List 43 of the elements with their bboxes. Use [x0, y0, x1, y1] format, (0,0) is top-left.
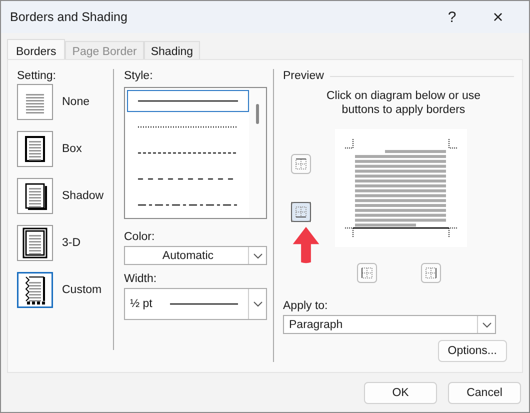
close-button[interactable]: ×: [475, 1, 521, 33]
tab[interactable]: Shading: [144, 41, 200, 59]
width-label: Width:: [124, 272, 158, 286]
apply-to-dropdown[interactable]: Paragraph: [283, 315, 496, 334]
width-dropdown[interactable]: ½ pt: [124, 288, 267, 320]
window-title: Borders and Shading: [9, 10, 128, 24]
apply-to-label: Apply to:: [283, 299, 329, 313]
setting-label: 3-D: [62, 237, 81, 249]
setting-label: Box: [62, 143, 82, 155]
arrow-drawing: [292, 225, 320, 265]
color-dropdown[interactable]: Automatic: [124, 246, 267, 265]
line-sample-icon: [138, 125, 238, 129]
scroll-thumb[interactable]: [256, 104, 259, 124]
style-label: Style:: [124, 69, 154, 83]
chevron-icon: [482, 322, 492, 328]
help-button[interactable]: ?: [429, 1, 475, 33]
color-label: Color:: [124, 230, 156, 244]
line-sample-icon: [170, 302, 238, 306]
setting-icon[interactable]: [17, 272, 53, 308]
chevron-icon: [252, 301, 262, 307]
line-sample-icon: [138, 203, 238, 207]
preview-label: Preview: [283, 69, 324, 83]
line-style-option[interactable]: [127, 90, 249, 112]
bottom-border-button[interactable]: [291, 202, 311, 222]
options-button[interactable]: Options...: [438, 340, 507, 362]
right-border-button[interactable]: [421, 263, 441, 283]
ok-button[interactable]: OK: [364, 382, 437, 404]
setting-icon[interactable]: [17, 131, 53, 167]
tab[interactable]: Borders: [7, 39, 66, 59]
setting-icon[interactable]: [17, 225, 53, 261]
top-border-button[interactable]: [291, 154, 311, 174]
setting-label: None: [62, 96, 90, 108]
setting-label: Shadow: [62, 190, 104, 202]
line-sample-icon: [138, 99, 238, 103]
preview-hint: Click on diagram below or use buttons to apply borders: [325, 89, 482, 117]
left-border-button[interactable]: [357, 263, 377, 283]
setting-label: Custom: [62, 284, 102, 296]
line-sample-icon: [138, 151, 238, 155]
setting-icon[interactable]: [17, 178, 53, 214]
setting-label: Setting:: [17, 69, 57, 83]
chevron-icon: [252, 252, 262, 258]
cancel-button[interactable]: Cancel: [448, 382, 521, 404]
style-list[interactable]: [124, 87, 267, 219]
